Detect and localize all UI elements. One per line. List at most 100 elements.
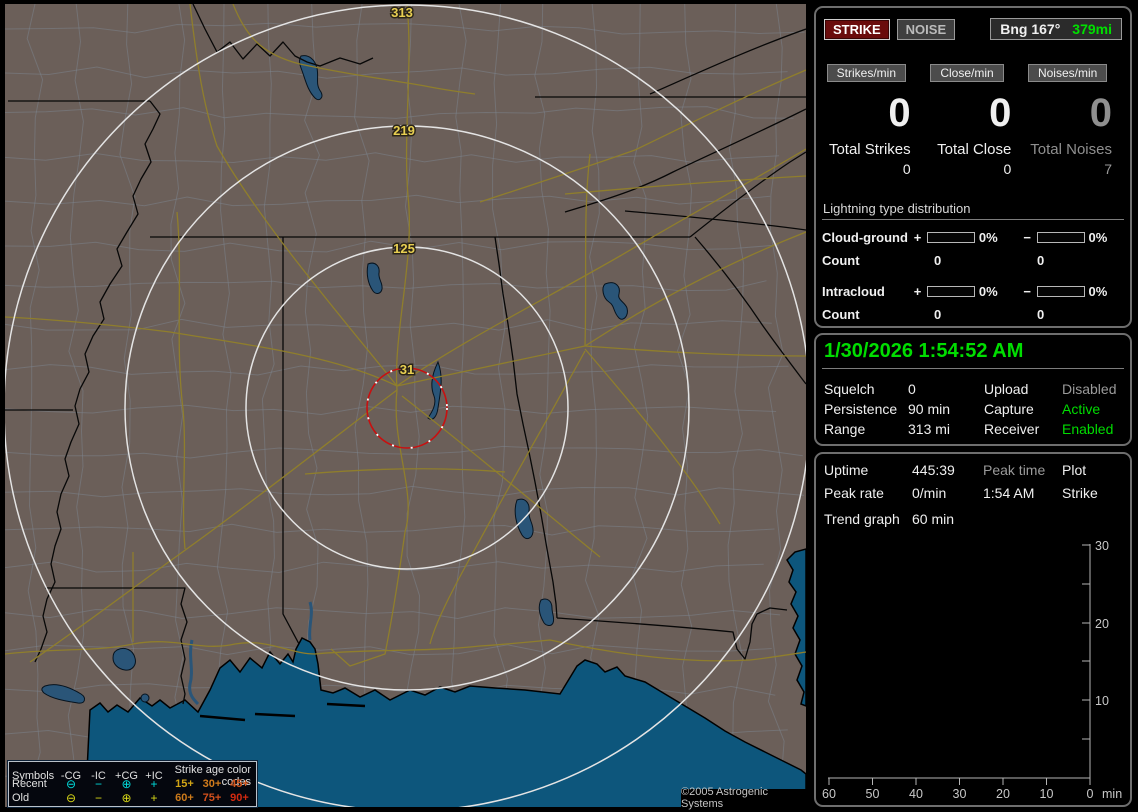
plot-label: Plot [1062,461,1087,478]
ic-plus-sign: + [913,283,922,299]
mode-header: STRIKE NOISE Bng 167° 379mi [824,18,1122,40]
status-panel: 1/30/2026 1:54:52 AM Squelch 0 Upload Di… [814,333,1132,446]
old-neg-ic-icon: − [94,790,102,805]
legend-header-row: Symbols -CG -IC +CG +IC Strike age color… [12,764,253,788]
cg-minus-count: 0 [1037,253,1045,268]
strikes-rate-value: 0 [888,91,911,135]
ring-label-31: 31 [400,362,414,377]
total-close-label: Total Close [937,141,1012,158]
recent-pos-cg-icon: ⊕ [121,777,132,791]
ring-label-219: 219 [393,123,415,138]
ic-minus-count: 0 [1037,307,1045,322]
age-60: 60+ [175,791,194,804]
cg-plus-pct: 0% [978,229,998,245]
recent-neg-cg-icon: ⊖ [65,777,77,791]
x-tick-50: 50 [866,787,880,801]
x-axis-unit: min [1102,787,1122,801]
legend-old-label: Old [12,791,30,804]
legend-old-row: Old ⊖ − ⊕ + 60+ 75+ 90+ [12,791,253,804]
age-45: 45+ [230,778,249,790]
trend-graph-duration: 60 min [912,511,955,527]
cloud-ground-count-row: Count 0 0 [822,253,1124,268]
bearing-value: Bng 167° [1000,21,1061,37]
uptime-value: 445:39 [912,461,955,478]
noise-button[interactable]: NOISE [896,18,956,40]
cg-plus-sign: + [913,229,922,245]
peak-time-label: Peak time [983,461,1046,478]
cg-plus-count: 0 [934,253,942,268]
strike-button[interactable]: STRIKE [824,18,890,40]
old-pos-ic-icon: + [150,790,158,805]
x-tick-20: 20 [996,787,1010,801]
total-noises-value: 7 [1104,161,1112,177]
ic-minus-bar [1037,285,1085,297]
trend-panel: Uptime 445:39 Peak time Plot Peak rate 0… [814,452,1132,807]
x-tick-0: 0 [1087,787,1094,801]
intracloud-label: Intracloud [822,283,885,299]
peak-rate-value: 0/min [912,484,947,501]
intracloud-count-row: Count 0 0 [822,307,1124,322]
close-rate-value: 0 [989,91,1012,135]
noises-rate-value: 0 [1089,91,1112,135]
recent-pos-ic-icon: + [150,777,158,791]
capture-status: Active [1062,401,1101,417]
capture-label: Capture [984,401,1034,417]
ic-minus-pct: 0% [1088,283,1108,299]
bearing-distance: 379mi [1072,21,1112,37]
ic-count-label: Count [822,307,860,322]
strikes-column: Strikes/min 0 Total Strikes 0 [822,64,923,177]
cg-minus-bar [1037,231,1085,243]
x-tick-40: 40 [909,787,923,801]
legend-recent-row: Recent ⊖ − ⊕ + 15+ 30+ 45+ [12,778,253,791]
persistence-label: Persistence [824,401,898,417]
squelch-label: Squelch [824,381,875,397]
noises-per-min-button[interactable]: Noises/min [1027,64,1108,82]
distribution-title: Lightning type distribution [822,201,1124,220]
intracloud-row: Intracloud + 0% − 0% [822,283,1124,299]
total-close-value: 0 [1003,161,1012,177]
cloud-ground-label: Cloud-ground [822,229,908,245]
copyright: ©2005 Astrogenic Systems [681,786,806,810]
ring-label-313: 313 [391,5,413,20]
total-strikes-value: 0 [902,161,911,177]
upload-status: Disabled [1062,381,1117,397]
peak-time-value: 1:54 AM [983,484,1035,501]
noises-column: Noises/min 0 Total Noises 7 [1023,64,1124,177]
trend-graph-row: Trend graph 60 min [822,511,1124,527]
y-tick-10: 10 [1095,694,1109,708]
persistence-row: Persistence 90 min Capture Active [822,399,1124,419]
ring-label-125: 125 [393,241,415,256]
persistence-value: 90 min [908,401,951,417]
close-per-min-button[interactable]: Close/min [930,64,1004,82]
y-tick-30: 30 [1095,539,1109,553]
uptime-row: Uptime 445:39 Peak time Plot [822,458,1124,481]
cloud-ground-row: Cloud-ground + 0% − 0% [822,229,1124,245]
radar-map: 313 219 125 31 [5,4,806,807]
strike-stats-panel: STRIKE NOISE Bng 167° 379mi Strikes/min … [814,6,1132,328]
ic-plus-count: 0 [934,307,942,322]
peak-rate-row: Peak rate 0/min 1:54 AM Strike [822,481,1124,504]
squelch-row: Squelch 0 Upload Disabled [822,379,1124,399]
close-column: Close/min 0 Total Close 0 [923,64,1024,177]
ic-plus-pct: 0% [978,283,998,299]
trend-graph: 30 20 10 60 50 40 30 20 10 0 min [822,539,1122,801]
peak-rate-label: Peak rate [824,484,884,501]
age-90: 90+ [230,791,249,804]
cg-count-label: Count [822,253,860,268]
plot-type-value: Strike [1062,484,1098,501]
recent-neg-ic-icon: − [94,777,102,791]
cg-plus-bar [927,231,975,243]
x-tick-60: 60 [822,787,836,801]
x-tick-30: 30 [953,787,967,801]
ic-plus-bar [927,285,975,297]
range-value: 313 mi [908,421,951,437]
age-30: 30+ [202,778,222,790]
age-75: 75+ [202,791,222,804]
map-panel[interactable]: 313 219 125 31 Symbols -CG -IC +CG +IC S… [5,4,806,810]
x-tick-10: 10 [1040,787,1054,801]
strikes-per-min-button[interactable]: Strikes/min [826,64,906,82]
trend-graph-label: Trend graph [824,511,900,527]
total-noises-label: Total Noises [1030,141,1112,158]
ic-minus-sign: − [1023,283,1031,299]
uptime-label: Uptime [824,461,869,478]
